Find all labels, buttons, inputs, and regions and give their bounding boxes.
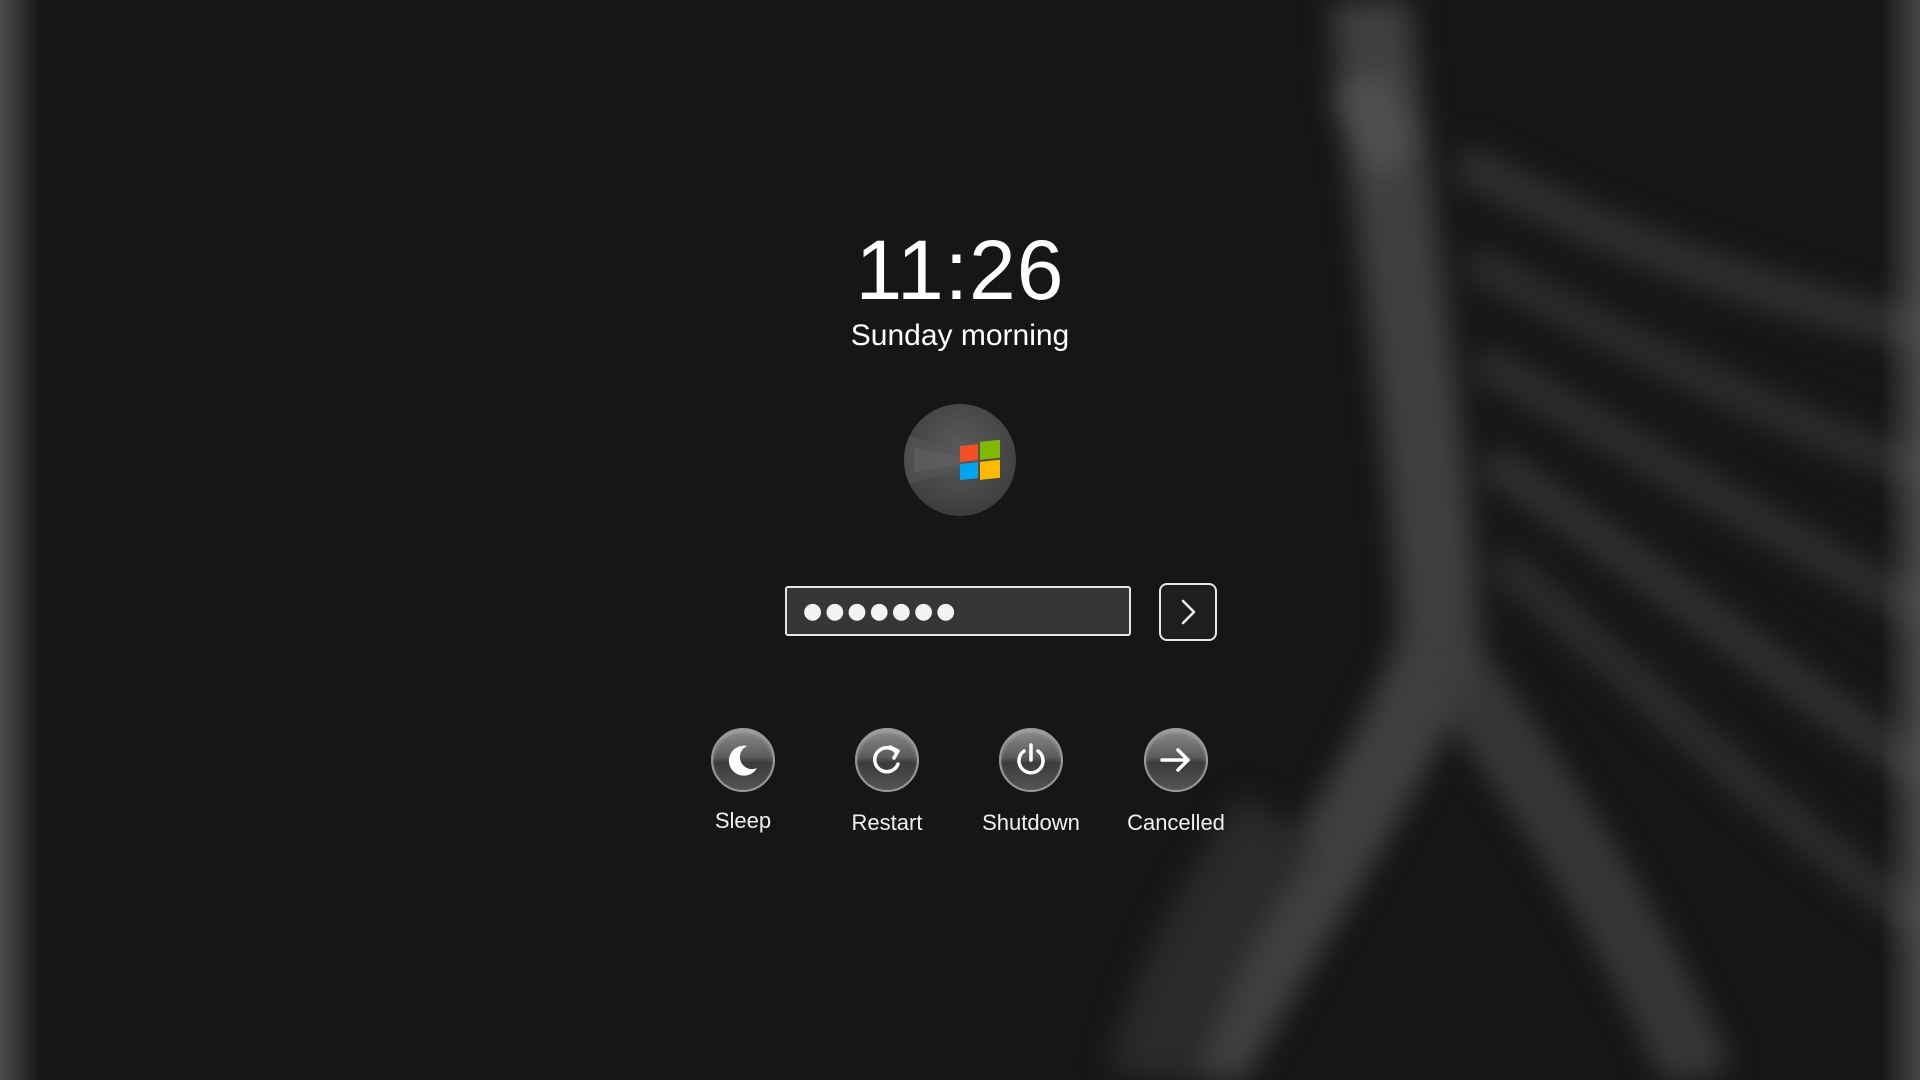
restart-circle[interactable] [855,728,919,792]
submit-button[interactable] [1159,583,1217,641]
greeting-text: Sunday morning [850,319,1070,352]
right-edge-shade [1880,0,1920,1080]
left-edge-shade [0,0,40,1080]
restart-label: Restart [851,810,923,835]
chevron-right-icon [1181,599,1196,625]
arrow-right-icon [1160,748,1190,772]
moon-icon [728,745,757,776]
cancel-button[interactable]: Cancelled [1106,728,1246,836]
sleep-button[interactable]: Sleep [673,728,813,834]
restart-button[interactable]: Restart [817,728,957,836]
password-value: ●●●●●●● [803,598,959,624]
shutdown-label: Shutdown [982,810,1080,835]
shutdown-circle[interactable] [999,728,1063,792]
clock-time: 11:26 [855,223,1065,317]
restart-icon [873,745,900,774]
windows-logo-icon [904,434,1000,486]
sleep-circle[interactable] [711,728,775,792]
password-field[interactable]: ●●●●●●● [785,586,1131,636]
lock-screen: 11:26 Sunday morning ●●●●●●● Sleep Resta… [0,0,1920,1080]
background-wallpaper [1106,0,1920,1080]
sleep-label: Sleep [714,808,772,833]
user-avatar[interactable] [904,404,1016,516]
shutdown-button[interactable]: Shutdown [961,728,1101,836]
cancel-circle[interactable] [1144,728,1208,792]
power-icon [1017,743,1045,775]
cancel-label: Cancelled [1127,810,1225,835]
